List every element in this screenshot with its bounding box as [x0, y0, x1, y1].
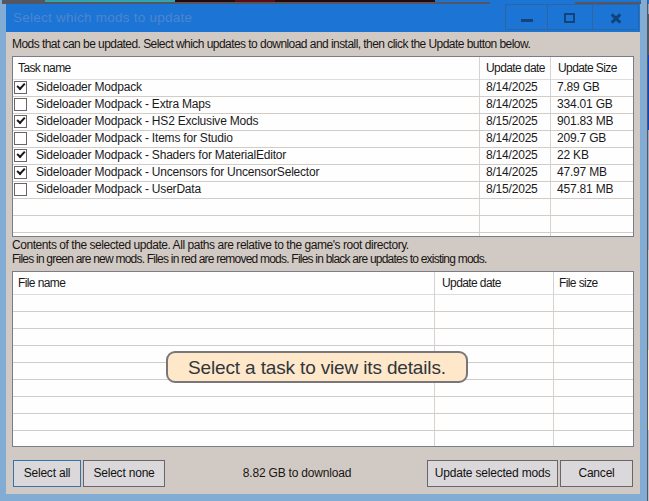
- task-update-size: 334.01 GB: [557, 96, 613, 113]
- task-update-size: 7.89 GB: [557, 79, 600, 96]
- close-button[interactable]: [592, 4, 639, 30]
- select-task-tooltip: Select a task to view its details.: [166, 351, 468, 383]
- tasks-rows: Sideloader Modpack 8/14/2025 7.89 GB Sid…: [13, 79, 633, 236]
- background-window-strip-red: [235, 0, 275, 2]
- task-update-size: 22 KB: [557, 147, 589, 164]
- title-bar: Select which mods to update: [6, 4, 640, 32]
- task-row[interactable]: Sideloader Modpack - UserData 8/15/2025 …: [13, 181, 633, 198]
- select-all-button[interactable]: Select all: [13, 460, 81, 487]
- task-name: Sideloader Modpack - UserData: [36, 181, 201, 198]
- tasks-listview: Task name Update date Update Size Sidelo…: [12, 56, 634, 237]
- maximize-button[interactable]: [547, 4, 593, 30]
- task-checkbox[interactable]: [14, 183, 27, 196]
- task-update-date: 8/14/2025: [486, 130, 538, 147]
- task-update-size: 47.97 MB: [557, 164, 607, 181]
- check-icon: [16, 166, 25, 175]
- dialog-description: Mods that can be updated. Select which u…: [12, 37, 636, 51]
- files-header: File name Update date File size: [13, 272, 633, 295]
- task-update-size: 457.81 MB: [557, 181, 613, 198]
- task-update-size: 901.83 MB: [557, 113, 613, 130]
- tasks-col-update-date[interactable]: Update date: [486, 57, 545, 79]
- task-checkbox[interactable]: [14, 166, 27, 179]
- tasks-col-task-name[interactable]: Task name: [18, 57, 71, 79]
- task-name: Sideloader Modpack - Items for Studio: [36, 130, 233, 147]
- close-icon: [610, 17, 622, 18]
- task-name: Sideloader Modpack: [36, 79, 142, 96]
- task-checkbox[interactable]: [14, 132, 27, 145]
- task-checkbox[interactable]: [14, 98, 27, 111]
- cancel-button[interactable]: Cancel: [560, 460, 633, 487]
- update-dialog: Select which mods to update Mods that ca…: [6, 4, 640, 494]
- task-update-date: 8/15/2025: [486, 181, 538, 198]
- minimize-button[interactable]: [505, 4, 548, 30]
- window-title: Select which mods to update: [13, 4, 192, 31]
- task-row[interactable]: Sideloader Modpack 8/14/2025 7.89 GB: [13, 79, 633, 96]
- check-icon: [16, 149, 25, 158]
- task-update-date: 8/15/2025: [486, 113, 538, 130]
- files-col-file-name[interactable]: File name: [18, 272, 65, 294]
- task-name: Sideloader Modpack - Extra Maps: [36, 96, 211, 113]
- background-window-strip-maroon: [175, 0, 435, 2]
- task-name: Sideloader Modpack - Shaders for Materia…: [36, 147, 286, 164]
- task-checkbox[interactable]: [14, 149, 27, 162]
- files-col-file-size[interactable]: File size: [559, 272, 598, 294]
- task-checkbox[interactable]: [14, 115, 27, 128]
- contents-note-line2: Files in green are new mods. Files in re…: [12, 252, 486, 266]
- check-icon: [16, 115, 25, 124]
- task-row[interactable]: Sideloader Modpack - Items for Studio 8/…: [13, 130, 633, 147]
- task-row[interactable]: Sideloader Modpack - Extra Maps 8/14/202…: [13, 96, 633, 113]
- background-window-strip-teal: [45, 0, 175, 2]
- task-row[interactable]: Sideloader Modpack - Shaders for Materia…: [13, 147, 633, 164]
- update-selected-mods-button[interactable]: Update selected mods: [427, 460, 558, 487]
- task-row[interactable]: Sideloader Modpack - HS2 Exclusive Mods …: [13, 113, 633, 130]
- download-total-label: 8.82 GB to download: [147, 460, 447, 487]
- check-icon: [16, 81, 25, 90]
- task-row[interactable]: Sideloader Modpack - Uncensors for Uncen…: [13, 164, 633, 181]
- task-update-date: 8/14/2025: [486, 164, 538, 181]
- task-checkbox[interactable]: [14, 81, 27, 94]
- maximize-icon: [564, 13, 575, 23]
- task-update-date: 8/14/2025: [486, 79, 538, 96]
- task-name: Sideloader Modpack - HS2 Exclusive Mods: [36, 113, 258, 130]
- task-update-date: 8/14/2025: [486, 96, 538, 113]
- contents-note-line1: Contents of the selected update. All pat…: [12, 238, 409, 252]
- task-name: Sideloader Modpack - Uncensors for Uncen…: [36, 164, 319, 181]
- tooltip-text: Select a task to view its details.: [188, 357, 446, 378]
- task-update-size: 209.7 GB: [557, 130, 606, 147]
- minimize-icon: [521, 19, 533, 22]
- task-update-date: 8/14/2025: [486, 147, 538, 164]
- files-col-update-date[interactable]: Update date: [442, 272, 501, 294]
- tasks-col-update-size[interactable]: Update Size: [558, 57, 617, 79]
- tasks-header: Task name Update date Update Size: [13, 57, 633, 80]
